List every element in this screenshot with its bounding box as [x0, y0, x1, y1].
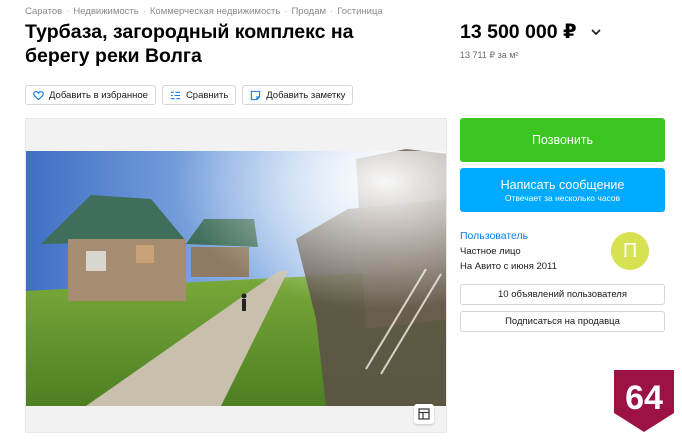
- breadcrumb-item-sell[interactable]: Продам: [291, 6, 326, 17]
- region-64-logo: 64: [614, 370, 674, 432]
- breadcrumb: Саратов · Недвижимость · Коммерческая недвиж…: [25, 6, 383, 17]
- message-button-label: Написать сообщение: [500, 177, 625, 192]
- seller-listings-button[interactable]: 10 объявлений пользователя: [460, 284, 665, 305]
- compare-label: Сравнить: [185, 89, 229, 101]
- add-to-favorites-button[interactable]: Добавить в избранное: [25, 85, 156, 105]
- heart-icon: [33, 90, 44, 100]
- avatar[interactable]: П: [611, 232, 649, 270]
- price-row[interactable]: 13 500 000 ₽: [460, 20, 603, 44]
- message-response-time: Отвечает за несколько часов: [504, 192, 621, 203]
- breadcrumb-item-realty[interactable]: Недвижимость: [73, 6, 138, 17]
- listing-photo-image: [26, 119, 446, 432]
- chevron-down-icon[interactable]: [589, 25, 603, 39]
- region-64-text: 64: [625, 379, 663, 417]
- breadcrumb-item-city[interactable]: Саратов: [25, 6, 62, 17]
- listing-photo[interactable]: [25, 118, 447, 433]
- item-actions: Добавить в избранное Сравнить Добавить з…: [25, 85, 354, 105]
- call-button[interactable]: Позвонить: [460, 118, 665, 162]
- price-block: 13 500 000 ₽ 13 711 ₽ за м²: [460, 20, 603, 61]
- message-button[interactable]: Написать сообщение Отвечает за несколько…: [460, 168, 665, 212]
- note-icon: [251, 90, 261, 100]
- seller-info: Пользователь Частное лицо На Авито с июн…: [460, 230, 665, 276]
- gallery-icon[interactable]: [414, 404, 434, 424]
- compare-icon: [170, 91, 181, 99]
- breadcrumb-item-hotel[interactable]: Гостиница: [337, 6, 382, 17]
- price-value: 13 500 000 ₽: [460, 21, 577, 43]
- page-title: Турбаза, загородный комплекс на берегу р…: [25, 21, 354, 67]
- price-per-sqm: 13 711 ₽ за м²: [460, 50, 519, 60]
- breadcrumb-item-commercial[interactable]: Коммерческая недвижимость: [150, 6, 280, 17]
- add-note-label: Добавить заметку: [266, 89, 346, 101]
- compare-button[interactable]: Сравнить: [161, 85, 237, 105]
- subscribe-seller-button[interactable]: Подписаться на продавца: [460, 311, 665, 332]
- add-to-favorites-label: Добавить в избранное: [49, 89, 148, 101]
- add-note-button[interactable]: Добавить заметку: [242, 85, 354, 105]
- contact-sidebar: Позвонить Написать сообщение Отвечает за…: [460, 118, 665, 332]
